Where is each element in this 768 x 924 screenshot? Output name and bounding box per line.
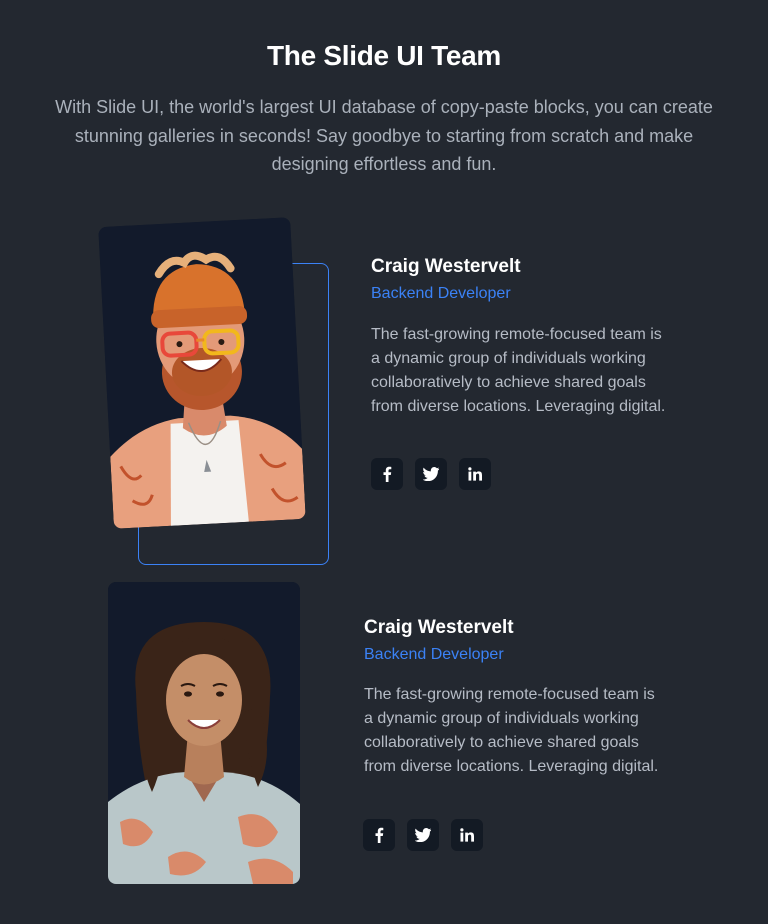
member-bio: The fast-growing remote-focused team is … [371,326,666,415]
twitter-icon [423,467,439,481]
page-title: The Slide UI Team [267,40,501,71]
linkedin-button[interactable] [459,458,491,490]
facebook-icon [375,827,384,843]
facebook-button[interactable] [371,458,403,490]
facebook-icon [383,466,392,482]
facebook-button[interactable] [363,819,395,851]
social-links [363,819,483,851]
page-description: With Slide UI, the world's largest UI da… [55,97,713,174]
twitter-button[interactable] [407,819,439,851]
twitter-icon [415,828,431,842]
linkedin-icon [460,828,474,842]
member-name: Craig Westervelt [364,617,514,638]
member-name: Craig Westervelt [371,256,521,277]
woman-portrait-illustration [108,582,300,884]
linkedin-icon [468,467,482,481]
man-portrait-illustration [98,217,306,529]
linkedin-button[interactable] [451,819,483,851]
member-photo [98,217,306,529]
member-photo [108,582,300,884]
member-bio: The fast-growing remote-focused team is … [364,686,659,775]
twitter-button[interactable] [415,458,447,490]
social-links [371,458,491,490]
member-role: Backend Developer [371,285,511,302]
member-role: Backend Developer [364,646,504,663]
